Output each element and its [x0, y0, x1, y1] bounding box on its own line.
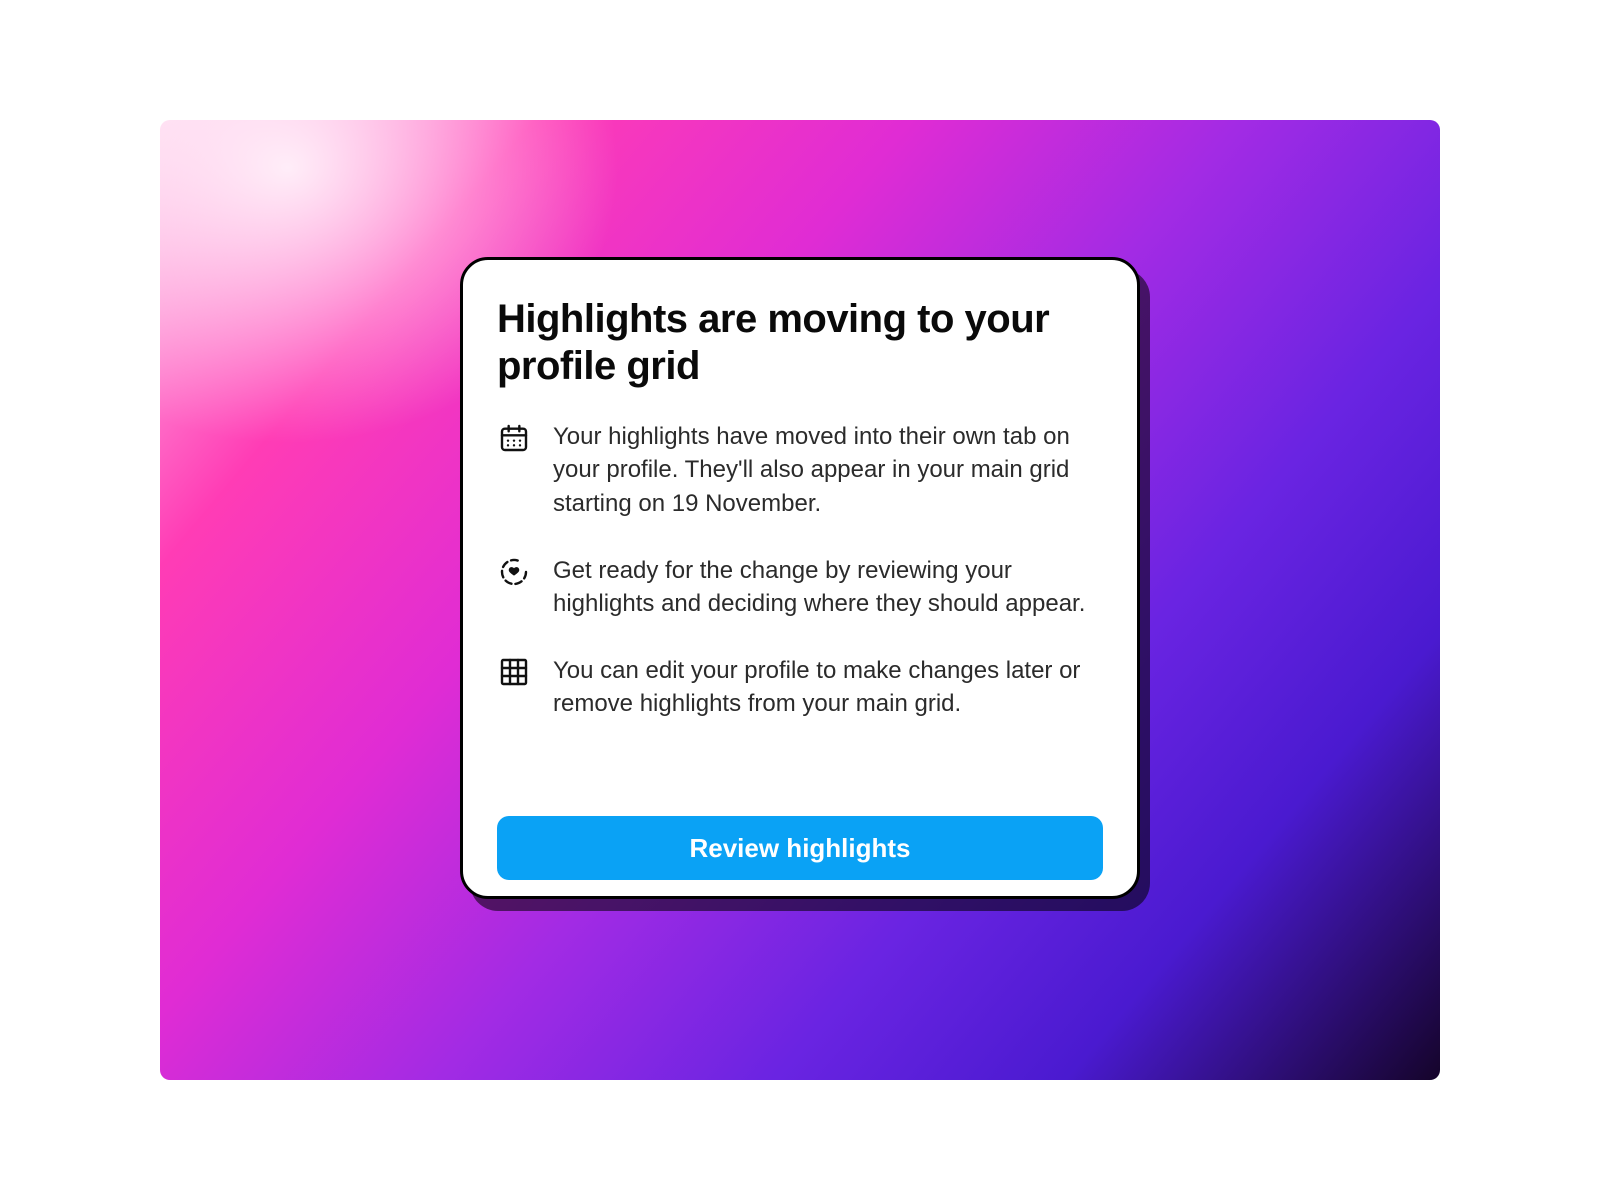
- gradient-backdrop: Highlights are moving to your profile gr…: [160, 120, 1440, 1080]
- calendar-icon: [497, 422, 531, 456]
- info-item-review: Get ready for the change by reviewing yo…: [497, 554, 1103, 620]
- info-text: Your highlights have moved into their ow…: [553, 420, 1103, 519]
- info-text: Get ready for the change by reviewing yo…: [553, 554, 1103, 620]
- highlights-modal: Highlights are moving to your profile gr…: [460, 257, 1140, 899]
- grid-icon: [497, 656, 531, 690]
- info-text: You can edit your profile to make change…: [553, 654, 1103, 720]
- info-item-schedule: Your highlights have moved into their ow…: [497, 420, 1103, 519]
- modal-title: Highlights are moving to your profile gr…: [497, 296, 1103, 390]
- heart-ring-icon: [497, 556, 531, 590]
- review-highlights-button[interactable]: Review highlights: [497, 816, 1103, 880]
- info-item-edit: You can edit your profile to make change…: [497, 654, 1103, 720]
- info-list: Your highlights have moved into their ow…: [497, 420, 1103, 720]
